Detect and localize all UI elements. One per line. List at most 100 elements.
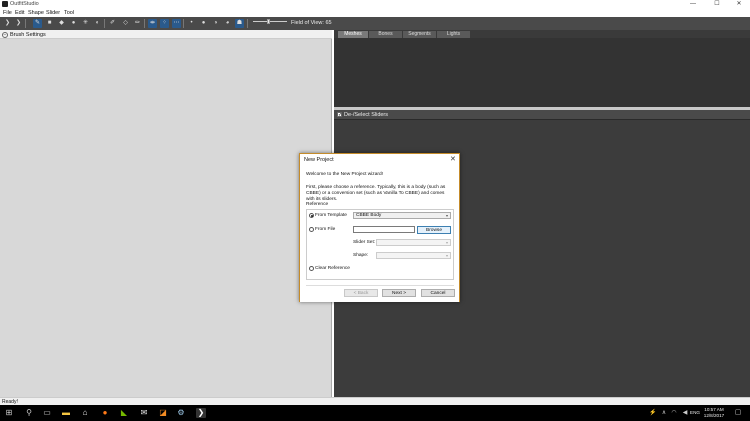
lighting-toggle-icon[interactable]: ◑ [211,19,220,28]
menu-shape[interactable]: Shape [28,10,44,16]
divider [306,285,454,286]
undiff-brush-icon[interactable]: ✳ [81,19,90,28]
move-brush-icon[interactable]: ◆ [57,19,66,28]
slider-set-select[interactable]: ▾ [376,239,451,246]
language-indicator[interactable]: ENG [690,410,700,415]
dialog-close-icon[interactable]: ✕ [450,156,456,163]
tab-meshes[interactable]: Meshes [338,31,368,38]
select-brush-icon[interactable]: ❯ [3,19,12,28]
nvidia-icon[interactable]: ◣ [119,408,129,418]
menu-bar: File Edit Shape Slider Tool [0,9,750,17]
fov-slider-thumb[interactable] [267,19,270,24]
from-template-label[interactable]: From Template [315,213,347,219]
from-template-radio[interactable] [309,213,314,218]
color-brush-icon[interactable]: ✐ [108,19,117,28]
close-button[interactable]: ✕ [728,0,750,9]
clock[interactable]: 10:57 AM 12/8/2017 [700,407,728,419]
store-icon[interactable]: ⌂ [80,408,90,418]
tab-bones[interactable]: Bones [369,31,402,38]
sliders-header-label: De-/Select Sliders [344,112,389,118]
maximize-button[interactable]: ☐ [706,0,728,9]
wireframe-toggle-icon[interactable]: ● [199,19,208,28]
collapse-icon[interactable]: − [2,31,8,38]
clear-reference-radio[interactable] [309,266,314,271]
fov-slider-track[interactable] [253,21,287,22]
search-icon[interactable]: ⚲ [24,408,34,418]
menu-edit[interactable]: Edit [15,10,24,16]
toolbar-separator [25,19,26,28]
browse-button[interactable]: Browse [417,225,451,234]
tab-segments[interactable]: Segments [403,31,436,38]
taskbar: ⊞ ⚲ ▭ ▬ ⌂ ● ◣ ✉ ◪ ⚙ ❯ ⚡ ∧ ◠ ◀ ENG 10:57 … [0,405,750,421]
mail-icon[interactable]: ✉ [139,408,149,418]
menu-slider[interactable]: Slider [46,10,60,16]
from-file-radio[interactable] [309,227,314,232]
alpha-brush-icon[interactable]: ◇ [121,19,130,28]
toolbar-separator [183,19,184,28]
notifications-icon[interactable]: ▢ [733,408,743,418]
toolbar-separator [144,19,145,28]
menu-tool[interactable]: Tool [64,10,74,16]
smooth-brush-icon[interactable]: ● [69,19,78,28]
transform-brush-icon[interactable]: ❯ [14,19,23,28]
reference-group-label: Reference [306,202,329,207]
cancel-button[interactable]: Cancel [421,289,455,297]
brush-settings-header[interactable]: − Brush Settings [0,30,332,39]
dialog-title: New Project [304,156,334,163]
minimize-button[interactable]: — [682,0,704,9]
tab-lights[interactable]: Lights [437,31,470,38]
chevron-down-icon: ▾ [445,213,448,218]
tray-chevron-icon[interactable]: ∧ [659,408,669,418]
global-toggle-icon[interactable]: ⋯ [172,19,181,28]
new-project-dialog: New Project ✕ Welcome to the New Project… [299,153,460,302]
template-value: CBBE Body [356,213,382,218]
shape-label: Shape: [353,253,369,258]
from-file-label[interactable]: From File [315,227,335,233]
steam-icon[interactable]: ⚙ [176,408,186,418]
task-view-icon[interactable]: ▭ [42,408,52,418]
vertex-toggle-icon[interactable]: • [187,19,196,28]
mesh-list[interactable] [334,38,750,107]
chevron-down-icon: ▾ [445,240,448,245]
pen-icon[interactable]: ✏ [133,19,142,28]
outfitstudio-icon[interactable]: ❯ [196,408,206,418]
xmirror-toggle-icon[interactable]: ⇹ [148,19,157,28]
dialog-title-bar: New Project ✕ [300,154,459,165]
firefox-icon[interactable]: ● [100,408,110,418]
select-sliders-checkbox[interactable]: ✓ [337,112,342,118]
welcome-text: Welcome to the New Project wizard! [306,172,383,177]
description-text: First, please choose a reference. Typica… [306,185,446,202]
standard-brush-icon[interactable]: ✎ [33,19,42,28]
clock-date: 12/8/2017 [703,413,725,418]
menu-file[interactable]: File [3,10,12,16]
sliders-header: ✓ De-/Select Sliders [334,110,750,120]
dialog-body: Welcome to the New Project wizard! First… [300,165,459,302]
windows-start-icon[interactable]: ⊞ [4,408,14,418]
tab-bar: Meshes Bones Segments Lights [334,30,750,38]
sublime-icon[interactable]: ◪ [158,408,168,418]
window-title: OutfitStudio [10,1,39,7]
weight-brush-icon[interactable]: ◐ [93,19,102,28]
volume-icon[interactable]: ◀ [680,408,690,418]
fov-label: Field of View: 65 [291,19,332,26]
file-explorer-icon[interactable]: ▬ [61,408,71,418]
title-bar: OutfitStudio — ☐ ✕ [0,0,750,9]
app-icon [2,1,8,7]
deflate-brush-icon[interactable]: ■ [45,19,54,28]
slider-set-label: Slider Set: [353,240,376,245]
chevron-down-icon: ▾ [445,253,448,258]
shape-select[interactable]: ▾ [376,252,451,259]
back-button[interactable]: < Back [344,289,378,297]
connected-toggle-icon[interactable]: ⁘ [160,19,169,28]
status-bar: Ready! [0,397,750,405]
toolbar-separator [247,19,248,28]
clear-reference-label[interactable]: Clear Reference [315,266,350,272]
template-select[interactable]: CBBE Body ▾ [353,212,451,219]
ghost-toggle-icon[interactable]: ☗ [235,19,244,28]
wifi-icon[interactable]: ◠ [669,408,679,418]
toolbar-separator [104,19,105,28]
file-path-input[interactable] [353,226,415,233]
network-icon[interactable]: ⚡ [648,408,658,418]
texture-toggle-icon[interactable]: ◕ [223,19,232,28]
next-button[interactable]: Next > [382,289,416,297]
